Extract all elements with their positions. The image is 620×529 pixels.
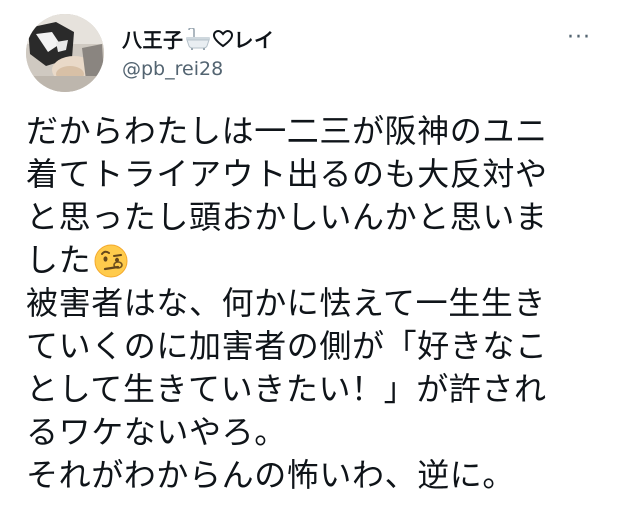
tweet-line: として生きていきたい！」が許され <box>26 370 547 408</box>
face-with-raised-eyebrow-icon <box>93 243 129 279</box>
avatar[interactable] <box>26 14 104 92</box>
avatar-image <box>26 14 104 92</box>
heart-outline-icon <box>212 29 233 48</box>
tweet-line-with-emoji: した <box>26 239 606 282</box>
tweet: 八王子 レイ @pb_rei28 ··· だからわたしは一二三が阪神のユニ 着て… <box>0 0 620 529</box>
tweet-line: ていくのに加害者の側が「好きなこ <box>26 327 548 365</box>
tweet-line: と思ったし頭おかしいんかと思いま <box>26 198 548 236</box>
tweet-text: だからわたしは一二三が阪神のユニ 着てトライアウト出るのも大反対や と思ったし頭… <box>26 110 606 497</box>
more-options-button[interactable]: ··· <box>562 22 596 52</box>
tweet-line: 被害者はな、何かに怯えて一生生き <box>26 284 547 322</box>
tweet-line: それがわからんの怖いわ、逆に。 <box>26 456 516 494</box>
author-handle[interactable]: @pb_rei28 <box>122 58 223 80</box>
tweet-line: るワケないやろ。 <box>26 413 287 451</box>
author-name[interactable]: 八王子 レイ <box>122 24 275 53</box>
author-name-prefix: 八王子 <box>122 28 184 52</box>
tweet-line-text: した <box>26 241 92 279</box>
tweet-line: だからわたしは一二三が阪神のユニ <box>26 112 548 150</box>
author-name-suffix: レイ <box>233 28 275 52</box>
bathtub-icon <box>185 27 211 50</box>
tweet-line: 着てトライアウト出るのも大反対や <box>26 155 548 193</box>
